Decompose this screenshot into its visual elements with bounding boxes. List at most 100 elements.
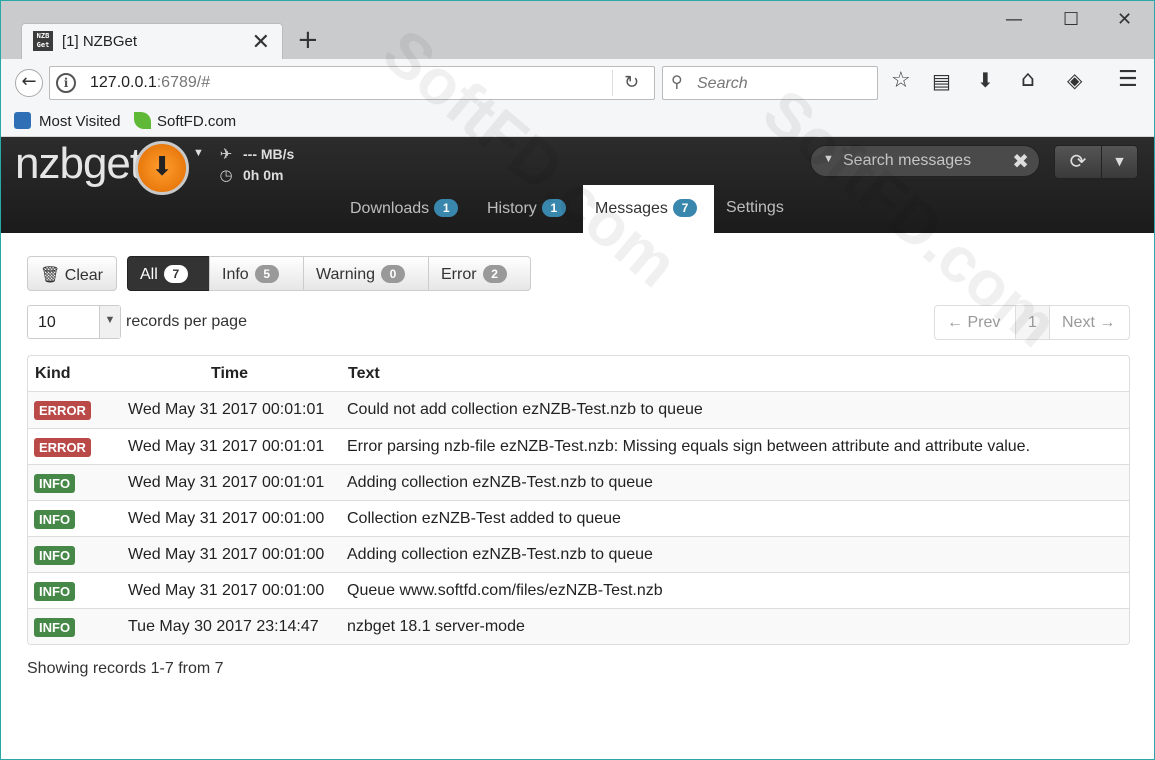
back-arrow-icon[interactable]: ←	[15, 69, 43, 97]
filter-warning-button[interactable]: Warning 0	[303, 256, 429, 291]
reload-icon[interactable]: ↻	[624, 72, 639, 93]
table-row: INFO Wed May 31 2017 00:01:00 Adding colle…	[28, 536, 1129, 572]
url-separator	[612, 70, 613, 96]
table-row: ERROR Wed May 31 2017 00:01:01 Could not a…	[28, 392, 1129, 428]
kind-badge: ERROR	[34, 401, 91, 420]
current-page[interactable]: 1	[1015, 305, 1050, 340]
bookmarks-bar: Most Visited SoftFD.com	[1, 107, 1154, 137]
table-row: INFO Wed May 31 2017 00:01:01 Adding colle…	[28, 464, 1129, 500]
filter-error-button[interactable]: Error 2	[428, 256, 531, 291]
records-summary: Showing records 1-7 from 7	[27, 660, 224, 677]
window-close-icon[interactable]: ✕	[1117, 9, 1132, 30]
filter-all-button[interactable]: All 7	[127, 256, 210, 291]
speed-info[interactable]: ✈ --- MB/s ◷ 0h 0m	[217, 143, 294, 185]
title-bar: NZB Get [1] NZBGet ✕ + — ☐ ✕	[1, 1, 1154, 59]
bookmark-star-icon[interactable]: ☆	[891, 68, 911, 93]
search-placeholder: Search	[697, 75, 748, 92]
chevron-down-icon[interactable]: ▼	[99, 306, 120, 338]
clock-icon: ◷	[219, 165, 233, 184]
app-header: nzbget ⬇ ▼ ✈ --- MB/s ◷ 0h 0m ▼ Search mes…	[1, 137, 1154, 233]
messages-table: Kind Time Text ERROR Wed May 31 2017 00:0…	[27, 355, 1130, 645]
text-cell: nzbget 18.1 server-mode	[347, 618, 525, 635]
kind-badge: INFO	[34, 510, 76, 529]
minimize-icon[interactable]: —	[1005, 9, 1023, 30]
search-filter-dropdown-icon[interactable]: ▼	[823, 153, 834, 165]
tab-close-icon[interactable]: ✕	[252, 29, 270, 55]
reading-list-icon[interactable]: ▤	[932, 69, 951, 93]
kind-badge: INFO	[34, 474, 76, 493]
kind-badge: INFO	[34, 582, 76, 601]
table-row: ERROR Wed May 31 2017 00:01:01 Error parsi…	[28, 428, 1129, 464]
pocket-icon[interactable]: ◈	[1067, 68, 1082, 92]
table-row: INFO Wed May 31 2017 00:01:00 Queue www.so…	[28, 572, 1129, 608]
kind-badge: INFO	[34, 618, 76, 637]
tab-messages[interactable]: Messages 7	[583, 185, 714, 233]
bookmark-softfd[interactable]: SoftFD.com	[157, 113, 236, 130]
history-count-badge: 1	[541, 199, 566, 217]
kind-badge: ERROR	[34, 438, 91, 457]
browser-tab[interactable]: NZB Get [1] NZBGet ✕	[21, 23, 283, 59]
text-cell: Adding collection ezNZB-Test.nzb to queu…	[347, 474, 653, 491]
navigation-bar: ← i 127.0.0.1:6789/# ↻ ⚲ Search ☆ ▤ ⬇ ⌂ …	[1, 59, 1154, 107]
tab-title: [1] NZBGet	[62, 33, 138, 50]
refresh-icon: ⟳	[1069, 149, 1087, 173]
records-per-page-select[interactable]: 10 ▼	[27, 305, 121, 339]
table-header: Kind Time Text	[28, 356, 1129, 392]
messages-count-badge: 7	[672, 199, 697, 217]
url-text[interactable]: 127.0.0.1:6789/#	[90, 74, 210, 92]
leaf-icon	[134, 112, 151, 129]
table-row: INFO Wed May 31 2017 00:01:00 Collection e…	[28, 500, 1129, 536]
column-kind[interactable]: Kind	[35, 365, 71, 383]
time-left-value: 0h 0m	[243, 166, 284, 183]
clear-search-icon[interactable]: ✖	[1012, 149, 1029, 173]
browser-window: NZB Get [1] NZBGet ✕ + — ☐ ✕ ← i 127.0.0…	[0, 0, 1155, 760]
globe-icon	[14, 112, 31, 129]
time-cell: Wed May 31 2017 00:01:01	[128, 401, 325, 418]
search-icon: ⚲	[671, 72, 683, 91]
text-cell: Collection ezNZB-Test added to queue	[347, 510, 621, 527]
nzbget-logo: nzbget	[15, 139, 142, 188]
kind-badge: INFO	[34, 546, 76, 565]
main-nav: Downloads 1 History 1 Messages 7 Settings	[1, 185, 1154, 233]
table-body: ERROR Wed May 31 2017 00:01:01 Could not a…	[28, 392, 1129, 644]
time-cell: Tue May 30 2017 23:14:47	[128, 618, 319, 635]
info-icon[interactable]: i	[56, 73, 76, 93]
chevron-down-icon[interactable]: ▼	[193, 147, 204, 159]
bookmark-most-visited[interactable]: Most Visited	[39, 113, 120, 130]
filter-info-button[interactable]: Info 5	[209, 256, 304, 291]
time-cell: Wed May 31 2017 00:01:00	[128, 546, 325, 563]
text-cell: Could not add collection ezNZB-Test.nzb …	[347, 401, 703, 418]
tab-history[interactable]: History 1	[475, 185, 578, 233]
next-page-button[interactable]: Next →	[1049, 305, 1130, 340]
time-cell: Wed May 31 2017 00:01:01	[128, 474, 325, 491]
tab-downloads[interactable]: Downloads 1	[338, 185, 470, 233]
menu-icon[interactable]: ☰	[1118, 67, 1138, 92]
table-row: INFO Tue May 30 2017 23:14:47 nzbget 18.1 …	[28, 608, 1129, 644]
home-icon[interactable]: ⌂	[1021, 67, 1035, 92]
refresh-button[interactable]: ⟳	[1054, 145, 1102, 179]
time-cell: Wed May 31 2017 00:01:00	[128, 510, 325, 527]
refresh-menu-button[interactable]: ▼	[1101, 145, 1138, 179]
records-per-page-label: records per page	[126, 313, 247, 330]
plane-icon: ✈	[219, 144, 233, 163]
column-text[interactable]: Text	[348, 365, 380, 383]
text-cell: Error parsing nzb-file ezNZB-Test.nzb: M…	[347, 438, 1031, 455]
caret-down-icon: ▼	[1115, 155, 1124, 168]
new-tab-icon[interactable]: +	[297, 25, 319, 55]
speed-value: --- MB/s	[243, 145, 295, 162]
prev-page-button[interactable]: ← Prev	[934, 305, 1016, 340]
download-icon[interactable]: ⬇	[977, 68, 994, 92]
text-cell: Adding collection ezNZB-Test.nzb to queu…	[347, 546, 653, 563]
maximize-icon[interactable]: ☐	[1063, 9, 1079, 30]
trash-icon: 🗑	[40, 265, 61, 284]
search-messages-input[interactable]: ▼ Search messages ✖	[810, 145, 1040, 177]
text-cell: Queue www.softfd.com/files/ezNZB-Test.nz…	[347, 582, 663, 599]
tab-settings[interactable]: Settings	[714, 185, 796, 233]
clear-button[interactable]: 🗑 Clear	[27, 256, 117, 291]
browser-search-box[interactable]: ⚲ Search	[662, 66, 878, 100]
url-bar[interactable]: i 127.0.0.1:6789/# ↻	[49, 66, 655, 100]
nzbget-favicon-icon: NZB Get	[33, 31, 53, 51]
column-time[interactable]: Time	[211, 365, 248, 383]
time-cell: Wed May 31 2017 00:01:00	[128, 582, 325, 599]
download-arrow-icon: ⬇	[151, 152, 173, 182]
